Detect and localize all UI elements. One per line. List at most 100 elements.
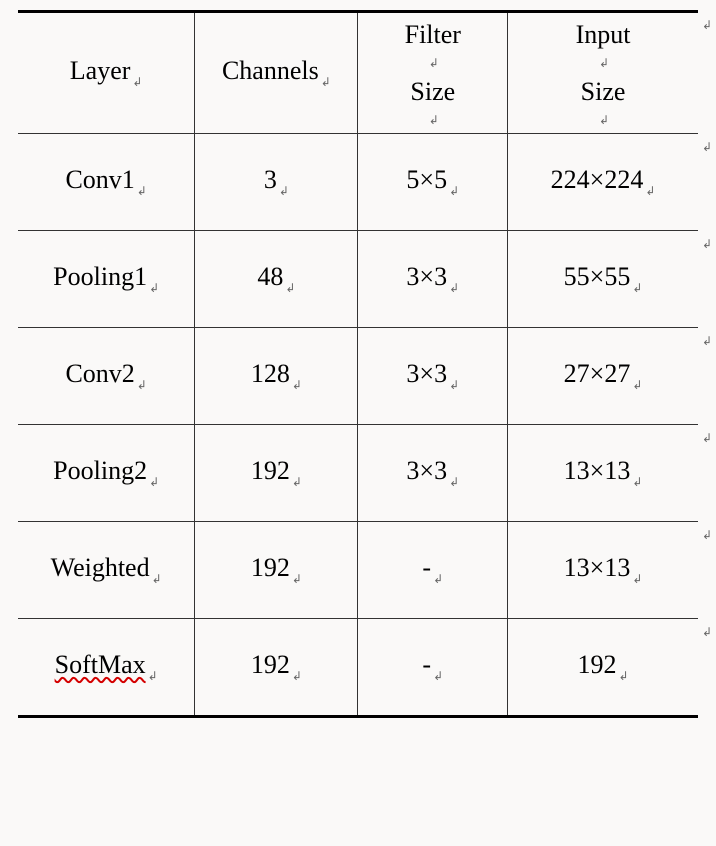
header-label: Layer bbox=[70, 56, 131, 85]
cell-channels: 192↲ bbox=[195, 425, 358, 522]
para-mark-icon: ↲ bbox=[148, 669, 158, 683]
table-row: Pooling2↲192↲3×3↲13×13↲ bbox=[18, 425, 698, 522]
cell-input: 13×13↲ bbox=[508, 522, 698, 619]
cell-layer-value: Pooling1 bbox=[53, 262, 147, 291]
cell-layer-value: Pooling2 bbox=[53, 456, 147, 485]
para-mark-icon: ↲ bbox=[292, 378, 302, 392]
cell-channels: 3↲ bbox=[195, 134, 358, 231]
cell-input: 55×55↲ bbox=[508, 231, 698, 328]
cell-filter: -↲ bbox=[358, 522, 508, 619]
table-body: Conv1↲3↲5×5↲224×224↲Pooling1↲48↲3×3↲55×5… bbox=[18, 134, 698, 717]
row-end-mark-icon: ↲ bbox=[702, 140, 712, 155]
row-end-mark-icon: ↲ bbox=[702, 528, 712, 543]
cell-input-value: 13×13 bbox=[564, 456, 631, 485]
cell-input-value: 13×13 bbox=[564, 553, 631, 582]
cell-filter-value: 5×5 bbox=[406, 165, 447, 194]
cell-filter: 3×3↲ bbox=[358, 328, 508, 425]
para-mark-icon: ↲ bbox=[132, 75, 142, 89]
col-header-layer: Layer↲ bbox=[18, 12, 195, 134]
cell-layer: Conv1↲ bbox=[18, 134, 195, 231]
table-row: Conv1↲3↲5×5↲224×224↲ bbox=[18, 134, 698, 231]
cell-channels: 48↲ bbox=[195, 231, 358, 328]
table-row: Conv2↲128↲3×3↲27×27↲ bbox=[18, 328, 698, 425]
cell-input-value: 27×27 bbox=[564, 359, 631, 388]
para-mark-icon: ↲ bbox=[137, 184, 147, 198]
header-label: Size bbox=[405, 72, 461, 111]
cell-channels-value: 48 bbox=[257, 262, 283, 291]
para-mark-icon: ↲ bbox=[321, 75, 331, 89]
cell-layer-value: Conv2 bbox=[65, 359, 134, 388]
cell-layer-value: Weighted bbox=[51, 553, 150, 582]
cell-filter: 3×3↲ bbox=[358, 231, 508, 328]
cell-channels-value: 192 bbox=[251, 650, 290, 679]
cell-layer: Weighted↲ bbox=[18, 522, 195, 619]
cell-channels: 192↲ bbox=[195, 619, 358, 717]
col-header-channels: Channels↲ bbox=[195, 12, 358, 134]
cell-channels: 128↲ bbox=[195, 328, 358, 425]
para-mark-icon: ↲ bbox=[433, 669, 443, 683]
table-header-row: Layer↲ Channels↲ Filter↲ Size↲ Input↲ Si… bbox=[18, 12, 698, 134]
cell-input-value: 192 bbox=[578, 650, 617, 679]
cell-channels-value: 128 bbox=[251, 359, 290, 388]
cell-filter: 5×5↲ bbox=[358, 134, 508, 231]
para-mark-icon: ↲ bbox=[619, 669, 629, 683]
cell-layer: SoftMax↲ bbox=[18, 619, 195, 717]
para-mark-icon: ↲ bbox=[292, 669, 302, 683]
para-mark-icon: ↲ bbox=[449, 378, 459, 392]
cell-layer-value: SoftMax bbox=[55, 650, 146, 679]
cell-channels-value: 3 bbox=[264, 165, 277, 194]
cell-filter-value: - bbox=[422, 553, 431, 582]
cell-input: 13×13↲ bbox=[508, 425, 698, 522]
header-label: Size bbox=[576, 72, 631, 111]
table-row: SoftMax↲192↲-↲192↲ bbox=[18, 619, 698, 717]
para-mark-icon: ↲ bbox=[407, 111, 461, 129]
header-label: Channels bbox=[222, 56, 319, 85]
row-end-mark-icon: ↲ bbox=[702, 237, 712, 252]
row-end-mark-icon: ↲ bbox=[702, 625, 712, 640]
para-mark-icon: ↲ bbox=[285, 281, 295, 295]
para-mark-icon: ↲ bbox=[137, 378, 147, 392]
cell-input: 224×224↲ bbox=[508, 134, 698, 231]
para-mark-icon: ↲ bbox=[632, 378, 642, 392]
col-header-filter-size: Filter↲ Size↲ bbox=[358, 12, 508, 134]
para-mark-icon: ↲ bbox=[632, 281, 642, 295]
cell-input: 192↲ bbox=[508, 619, 698, 717]
para-mark-icon: ↲ bbox=[578, 111, 631, 129]
para-mark-icon: ↲ bbox=[279, 184, 289, 198]
cell-layer: Pooling2↲ bbox=[18, 425, 195, 522]
table-header: Layer↲ Channels↲ Filter↲ Size↲ Input↲ Si… bbox=[18, 12, 698, 134]
cell-filter: -↲ bbox=[358, 619, 508, 717]
header-label: Filter bbox=[405, 15, 461, 54]
row-end-mark-icon: ↲ bbox=[702, 18, 712, 33]
header-label: Input bbox=[576, 15, 631, 54]
cell-input: 27×27↲ bbox=[508, 328, 698, 425]
cell-input-value: 224×224 bbox=[551, 165, 644, 194]
row-end-mark-icon: ↲ bbox=[702, 334, 712, 349]
row-end-mark-icon: ↲ bbox=[702, 431, 712, 446]
cell-filter-value: 3×3 bbox=[406, 456, 447, 485]
table-row: Weighted↲192↲-↲13×13↲ bbox=[18, 522, 698, 619]
cell-filter-value: 3×3 bbox=[406, 262, 447, 291]
para-mark-icon: ↲ bbox=[149, 281, 159, 295]
network-table: Layer↲ Channels↲ Filter↲ Size↲ Input↲ Si… bbox=[18, 10, 698, 718]
cell-layer: Conv2↲ bbox=[18, 328, 195, 425]
cell-filter: 3×3↲ bbox=[358, 425, 508, 522]
cell-channels-value: 192 bbox=[251, 456, 290, 485]
para-mark-icon: ↲ bbox=[433, 572, 443, 586]
para-mark-icon: ↲ bbox=[632, 572, 642, 586]
para-mark-icon: ↲ bbox=[632, 475, 642, 489]
para-mark-icon: ↲ bbox=[149, 475, 159, 489]
para-mark-icon: ↲ bbox=[449, 475, 459, 489]
cell-layer: Pooling1↲ bbox=[18, 231, 195, 328]
cell-input-value: 55×55 bbox=[564, 262, 631, 291]
para-mark-icon: ↲ bbox=[578, 54, 631, 72]
cell-filter-value: - bbox=[422, 650, 431, 679]
para-mark-icon: ↲ bbox=[292, 572, 302, 586]
para-mark-icon: ↲ bbox=[292, 475, 302, 489]
para-mark-icon: ↲ bbox=[152, 572, 162, 586]
para-mark-icon: ↲ bbox=[449, 184, 459, 198]
cell-layer-value: Conv1 bbox=[65, 165, 134, 194]
cell-channels-value: 192 bbox=[251, 553, 290, 582]
col-header-input-size: Input↲ Size↲ bbox=[508, 12, 698, 134]
cell-channels: 192↲ bbox=[195, 522, 358, 619]
